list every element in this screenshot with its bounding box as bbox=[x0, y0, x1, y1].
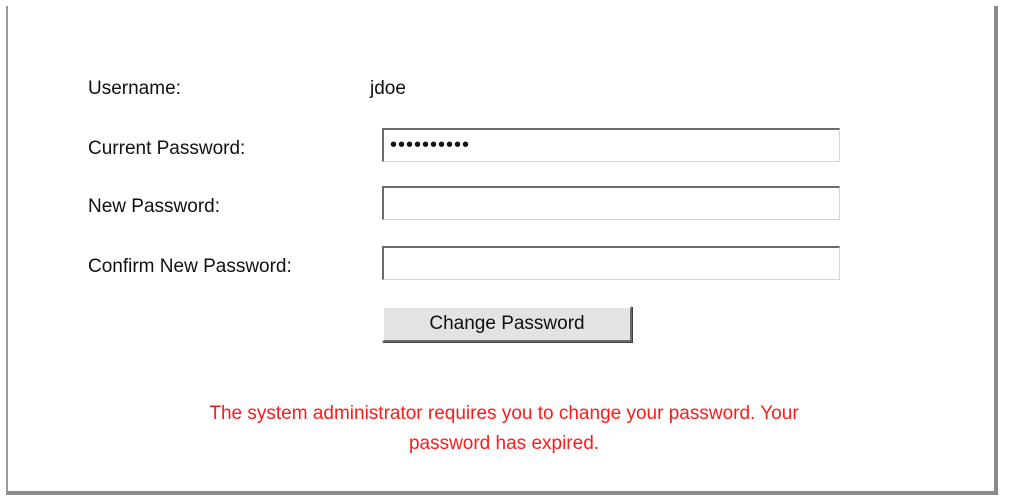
current-password-row: Current Password: bbox=[8, 124, 994, 164]
new-password-label: New Password: bbox=[88, 196, 220, 217]
username-value: jdoe bbox=[370, 78, 406, 99]
new-password-field[interactable] bbox=[382, 186, 840, 220]
confirm-password-row: Confirm New Password: bbox=[8, 244, 994, 284]
current-password-label: Current Password: bbox=[88, 138, 246, 159]
username-row: Username: jdoe bbox=[8, 78, 994, 118]
change-password-button[interactable]: Change Password bbox=[382, 306, 632, 342]
new-password-row: New Password: bbox=[8, 184, 994, 224]
password-expired-message: The system administrator requires you to… bbox=[8, 399, 1000, 459]
username-label: Username: bbox=[88, 78, 181, 99]
current-password-field[interactable] bbox=[382, 128, 840, 162]
error-message-line-2: password has expired. bbox=[408, 433, 600, 454]
confirm-password-field[interactable] bbox=[382, 246, 840, 280]
change-password-panel: Username: jdoe Current Password: New Pas… bbox=[6, 6, 998, 495]
confirm-password-label: Confirm New Password: bbox=[88, 256, 292, 277]
error-message-line-1: The system administrator requires you to… bbox=[209, 403, 799, 424]
